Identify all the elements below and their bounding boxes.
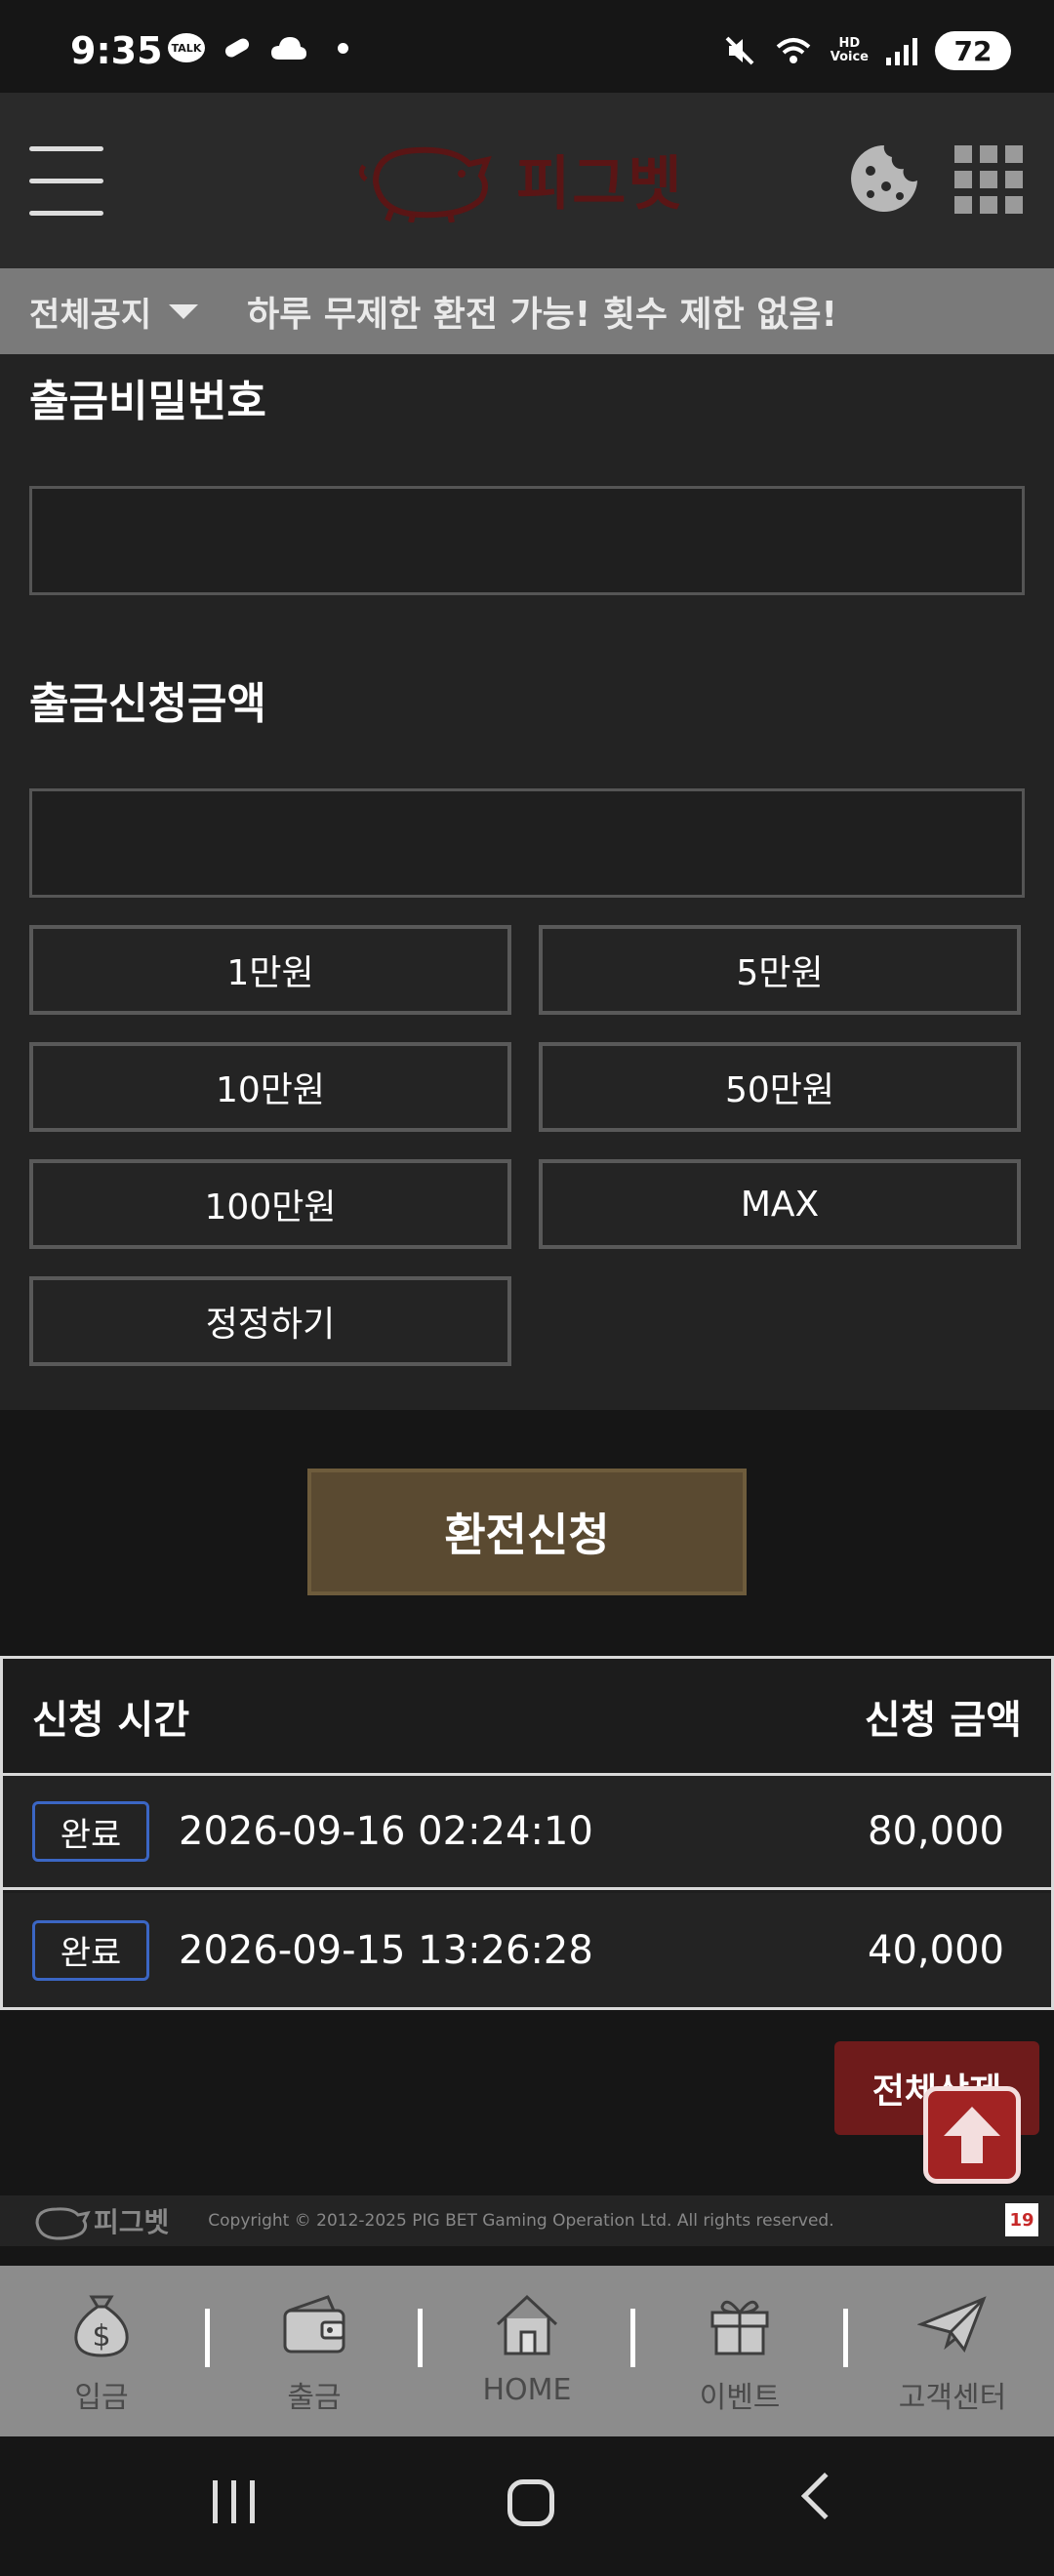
row-amount: 80,000: [868, 1809, 1004, 1854]
table-row[interactable]: 완료 2026-09-15 13:26:28 40,000: [3, 1893, 1051, 2007]
nav-label: 출금: [287, 2381, 342, 2415]
status-bar: 9:35 TALK HD Voice 72: [0, 0, 1054, 93]
amount-500k-button[interactable]: 50만원: [539, 1042, 1021, 1132]
arrow-up-icon: [944, 2107, 1000, 2163]
battery-icon: 72: [935, 31, 1011, 70]
amount-1m-button[interactable]: 100만원: [29, 1159, 511, 1249]
status-left-icons: TALK: [168, 33, 348, 62]
app-header: 피그벳: [0, 93, 1054, 268]
nav-label: 이벤트: [699, 2381, 781, 2415]
recent-apps-icon[interactable]: [213, 2480, 255, 2523]
bottom-navigation: $ 입금 출금 HOME 이벤트 고객센터: [0, 2266, 1054, 2436]
system-navigation-bar: [0, 2436, 1054, 2576]
chevron-down-icon[interactable]: [169, 303, 199, 319]
home-button-icon[interactable]: [507, 2479, 554, 2526]
nav-deposit[interactable]: $ 입금: [23, 2289, 180, 2416]
nav-home[interactable]: HOME: [449, 2289, 605, 2407]
paper-plane-icon: [917, 2296, 987, 2354]
table-header: 신청 시간 신청 금액: [3, 1659, 1051, 1776]
column-header-time: 신청 시간: [32, 1697, 190, 1743]
amount-label: 출금신청금액: [29, 679, 266, 729]
wifi-icon: [776, 38, 811, 63]
notice-label[interactable]: 전체공지: [29, 288, 151, 336]
age-restriction-badge: 19: [1005, 2203, 1038, 2236]
gift-icon: [710, 2300, 769, 2355]
notice-text: 하루 무제한 환전 가능! 횟수 제한 없음!: [247, 295, 837, 335]
pig-logo-icon: [358, 146, 492, 222]
amount-max-button[interactable]: MAX: [539, 1159, 1021, 1249]
amount-50k-button[interactable]: 5만원: [539, 925, 1021, 1015]
password-label: 출금비밀번호: [29, 377, 266, 426]
nav-support[interactable]: 고객센터: [874, 2289, 1031, 2416]
nav-divider: [630, 2309, 635, 2367]
row-time: 2026-09-16 02:24:10: [179, 1809, 593, 1854]
pigbet-logo[interactable]: 피그벳: [356, 130, 708, 227]
nav-label: HOME: [482, 2373, 572, 2407]
logo-text: 피그벳: [516, 149, 684, 219]
status-time: 9:35: [70, 29, 163, 72]
amount-100k-button[interactable]: 10만원: [29, 1042, 511, 1132]
pig-logo-icon: [35, 2207, 91, 2240]
copyright-text: Copyright © 2012-2025 PIG BET Gaming Ope…: [208, 2211, 834, 2231]
withdrawal-form: 출금비밀번호 출금신청금액 1만원 5만원 10만원 50만원 100만원 MA…: [0, 354, 1054, 1410]
menu-icon[interactable]: [29, 146, 103, 216]
table-row[interactable]: 완료 2026-09-16 02:24:10 80,000: [3, 1776, 1051, 1890]
notice-bar[interactable]: 전체공지 하루 무제한 환전 가능! 횟수 제한 없음!: [0, 268, 1054, 354]
row-time: 2026-09-15 13:26:28: [179, 1927, 593, 1973]
amount-reset-button[interactable]: 정정하기: [29, 1276, 511, 1366]
row-amount: 40,000: [868, 1927, 1004, 1973]
history-table: 신청 시간 신청 금액 완료 2026-09-16 02:24:10 80,00…: [0, 1656, 1054, 2010]
home-icon: [496, 2294, 558, 2355]
nav-divider: [843, 2309, 848, 2367]
hd-voice-icon: HD Voice: [830, 36, 869, 64]
footer-logo-text: 피그벳: [94, 2206, 170, 2238]
app-grid-icon[interactable]: [954, 145, 1023, 214]
back-icon[interactable]: [800, 2472, 849, 2520]
amount-input[interactable]: [29, 788, 1025, 898]
signal-icon: [886, 36, 917, 65]
nav-divider: [205, 2309, 210, 2367]
status-badge: 완료: [32, 1801, 149, 1862]
status-badge: 완료: [32, 1919, 149, 1981]
password-input[interactable]: [29, 486, 1025, 595]
pill-icon: [224, 38, 250, 58]
scroll-top-button[interactable]: [923, 2086, 1021, 2184]
nav-event[interactable]: 이벤트: [662, 2289, 818, 2416]
nav-label: 고객센터: [898, 2381, 1007, 2415]
kakaotalk-icon: TALK: [168, 33, 205, 62]
nav-divider: [418, 2309, 423, 2367]
status-right-icons: HD Voice 72: [723, 31, 1011, 70]
amount-10k-button[interactable]: 1만원: [29, 925, 511, 1015]
money-bag-icon: $: [74, 2295, 129, 2357]
wallet-icon: [283, 2295, 345, 2354]
mute-icon: [725, 36, 754, 65]
column-header-amount: 신청 금액: [864, 1697, 1022, 1743]
nav-withdraw[interactable]: 출금: [236, 2289, 392, 2416]
notification-dot-icon: [338, 42, 348, 54]
exchange-submit-button[interactable]: 환전신청: [307, 1469, 747, 1595]
nav-label: 입금: [74, 2381, 129, 2415]
svg-text:$: $: [92, 2319, 110, 2354]
footer-logo: 피그벳: [29, 2201, 169, 2240]
copyright-bar: 피그벳 Copyright © 2012-2025 PIG BET Gaming…: [0, 2195, 1054, 2246]
cookie-icon[interactable]: [847, 141, 921, 216]
cloud-icon: [271, 37, 306, 60]
